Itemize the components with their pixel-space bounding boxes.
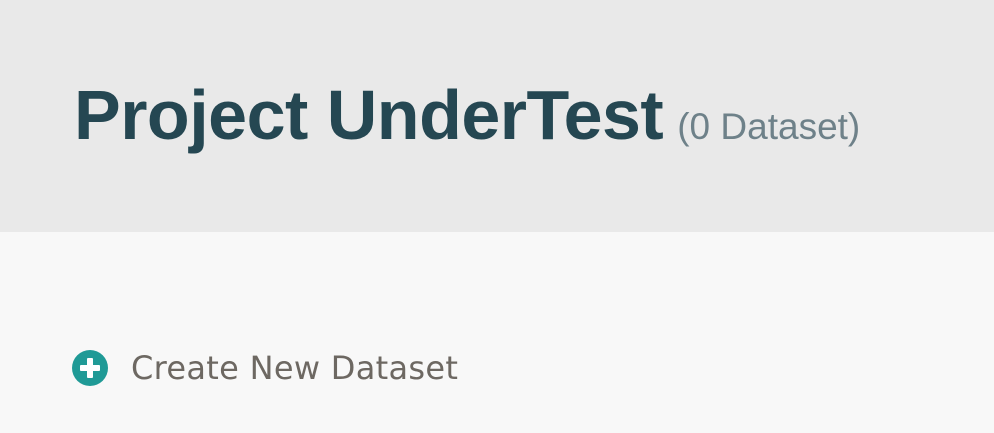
main-content: Create New Dataset bbox=[0, 232, 994, 433]
create-new-dataset-button[interactable]: Create New Dataset bbox=[72, 349, 458, 387]
dataset-count: (0 Dataset) bbox=[677, 106, 861, 147]
create-new-dataset-label: Create New Dataset bbox=[131, 349, 459, 387]
title-row: Project UnderTest (0 Dataset) bbox=[74, 70, 860, 160]
plus-circle-icon bbox=[72, 350, 108, 386]
page-title: Project UnderTest bbox=[74, 76, 664, 154]
page-header: Project UnderTest (0 Dataset) bbox=[0, 0, 994, 232]
